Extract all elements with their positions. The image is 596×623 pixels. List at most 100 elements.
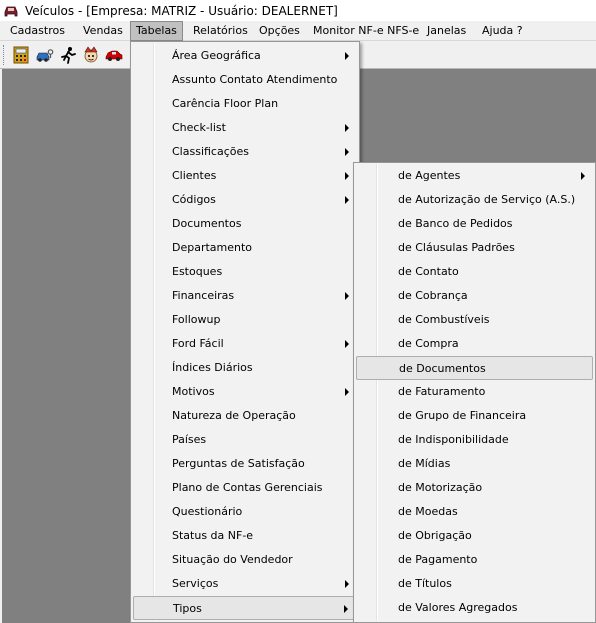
tabelas-item-carencia-floor-plan[interactable]: Carência Floor Plan	[133, 92, 357, 116]
tabelas-item-plano-de-contas-gerenciais[interactable]: Plano de Contas Gerenciais	[133, 476, 357, 500]
menu-item-label: de Grupo de Financeira	[398, 409, 527, 422]
submenu-arrow-icon	[581, 172, 585, 180]
tipos-item-de-agentes[interactable]: de Agentes	[356, 164, 593, 188]
menu-item-label: Followup	[172, 313, 221, 326]
tipos-item-de-titulos[interactable]: de Títulos	[356, 572, 593, 596]
exit-button[interactable]	[58, 45, 78, 65]
menu-item-label: de Motorização	[398, 481, 483, 494]
submenu-arrow-icon	[345, 148, 349, 156]
menu-cadastros[interactable]: Cadastros	[5, 21, 70, 41]
menu-item-label: Financeiras	[172, 289, 235, 302]
menu-item-label: Carência Floor Plan	[172, 97, 279, 110]
menu-item-label: Departamento	[172, 241, 253, 254]
tabelas-item-tipos[interactable]: Tipos	[133, 596, 357, 620]
submenu-arrow-icon	[345, 172, 349, 180]
toolbar-grip[interactable]	[3, 45, 6, 65]
red-car-icon	[105, 50, 123, 61]
menu-opcoes[interactable]: Opções	[254, 21, 305, 41]
menu-item-label: de Contato	[398, 265, 459, 278]
tabelas-item-financeiras[interactable]: Financeiras	[133, 284, 357, 308]
menu-item-label: de Mídias	[398, 457, 451, 470]
tipos-item-de-valores-agregados[interactable]: de Valores Agregados	[356, 596, 593, 620]
calculator-button[interactable]	[11, 45, 31, 65]
tabelas-item-codigos[interactable]: Códigos	[133, 188, 357, 212]
tabelas-item-paises[interactable]: Países	[133, 428, 357, 452]
menu-item-label: Clientes	[172, 169, 217, 182]
menu-monitor-nfe[interactable]: Monitor NF-e NFS-e	[308, 21, 424, 41]
submenu-arrow-icon	[345, 52, 349, 60]
tabelas-item-situacao-do-vendedor[interactable]: Situação do Vendedor	[133, 548, 357, 572]
menu-item-label: de Obrigação	[398, 529, 472, 542]
tipos-item-de-compra[interactable]: de Compra	[356, 332, 593, 356]
tipos-item-de-documentos[interactable]: de Documentos	[356, 356, 593, 380]
tabelas-item-motivos[interactable]: Motivos	[133, 380, 357, 404]
tabelas-item-indices-diarios[interactable]: Índices Diários	[133, 356, 357, 380]
mascot-icon	[84, 46, 98, 63]
tipos-item-de-indisponibilidade[interactable]: de Indisponibilidade	[356, 428, 593, 452]
menu-item-label: Países	[172, 433, 207, 446]
tabelas-item-check-list[interactable]: Check-list	[133, 116, 357, 140]
menu-tabelas[interactable]: Tabelas	[130, 21, 183, 41]
tipos-item-de-moedas[interactable]: de Moedas	[356, 500, 593, 524]
menu-item-label: Estoques	[172, 265, 223, 278]
menu-item-label: Assunto Contato Atendimento	[172, 73, 338, 86]
red-car-button[interactable]	[104, 45, 124, 65]
tipos-item-de-motorizacao[interactable]: de Motorização	[356, 476, 593, 500]
menu-janelas[interactable]: Janelas	[422, 21, 471, 41]
tabelas-item-documentos[interactable]: Documentos	[133, 212, 357, 236]
menu-item-label: de Títulos	[398, 577, 452, 590]
menu-item-label: Tipos	[173, 602, 202, 615]
window-title: Veículos - [Empresa: MATRIZ - Usuário: D…	[25, 3, 338, 18]
menu-item-label: Área Geográfica	[172, 49, 261, 62]
submenu-arrow-icon	[345, 196, 349, 204]
tabelas-item-clientes[interactable]: Clientes	[133, 164, 357, 188]
tipos-item-de-banco-de-pedidos[interactable]: de Banco de Pedidos	[356, 212, 593, 236]
tabelas-item-estoques[interactable]: Estoques	[133, 260, 357, 284]
menu-relatorios[interactable]: Relatórios	[188, 21, 253, 41]
tipos-item-de-clausulas-padroes[interactable]: de Cláusulas Padrões	[356, 236, 593, 260]
menu-item-label: de Pagamento	[398, 553, 478, 566]
menu-item-label: Questionário	[172, 505, 243, 518]
tabelas-item-assunto-contato-atendimento[interactable]: Assunto Contato Atendimento	[133, 68, 357, 92]
menu-item-label: de Autorização de Serviço (A.S.)	[398, 193, 576, 206]
tabelas-item-area-geografica[interactable]: Área Geográfica	[133, 44, 357, 68]
submenu-arrow-icon	[344, 605, 348, 613]
calculator-icon	[13, 46, 29, 64]
tabelas-item-ford-facil[interactable]: Ford Fácil	[133, 332, 357, 356]
menu-item-label: Plano de Contas Gerenciais	[172, 481, 323, 494]
menu-item-label: de Compra	[398, 337, 459, 350]
menu-vendas[interactable]: Vendas	[78, 21, 128, 41]
menu-ajuda[interactable]: Ajuda ?	[477, 21, 528, 41]
workspace-left-edge	[0, 69, 2, 623]
tipos-item-de-pagamento[interactable]: de Pagamento	[356, 548, 593, 572]
tipos-item-de-obrigacao[interactable]: de Obrigação	[356, 524, 593, 548]
submenu-arrow-icon	[345, 388, 349, 396]
menu-item-label: de Faturamento	[398, 385, 486, 398]
tabelas-item-natureza-de-operacao[interactable]: Natureza de Operação	[133, 404, 357, 428]
tabelas-item-servicos[interactable]: Serviços	[133, 572, 357, 596]
tipos-item-de-grupo-de-financeira[interactable]: de Grupo de Financeira	[356, 404, 593, 428]
menu-item-label: de Moedas	[398, 505, 458, 518]
menu-item-label: Índices Diários	[172, 361, 253, 374]
tabelas-item-perguntas-de-satisfacao[interactable]: Perguntas de Satisfação	[133, 452, 357, 476]
car-logo-icon	[4, 6, 18, 16]
tipos-item-de-contato[interactable]: de Contato	[356, 260, 593, 284]
tabelas-item-followup[interactable]: Followup	[133, 308, 357, 332]
menu-item-label: de Cláusulas Padrões	[398, 241, 515, 254]
submenu-arrow-icon	[345, 580, 349, 588]
tabelas-dropdown: Área Geográfica Assunto Contato Atendimen…	[130, 41, 360, 623]
tipos-item-de-midias[interactable]: de Mídias	[356, 452, 593, 476]
tipos-item-de-combustiveis[interactable]: de Combustíveis	[356, 308, 593, 332]
menu-item-label: Serviços	[172, 577, 219, 590]
mascot-button[interactable]	[81, 45, 101, 65]
car-key-button[interactable]	[35, 45, 55, 65]
tipos-item-de-faturamento[interactable]: de Faturamento	[356, 380, 593, 404]
menu-item-label: de Documentos	[399, 362, 486, 375]
tabelas-item-questionario[interactable]: Questionário	[133, 500, 357, 524]
tabelas-item-departamento[interactable]: Departamento	[133, 236, 357, 260]
car-key-icon	[36, 49, 54, 62]
tipos-item-de-cobranca[interactable]: de Cobrança	[356, 284, 593, 308]
tabelas-item-status-da-nf-e[interactable]: Status da NF-e	[133, 524, 357, 548]
tabelas-item-classificacoes[interactable]: Classificações	[133, 140, 357, 164]
tipos-item-de-autorizacao-de-servico-a-s[interactable]: de Autorização de Serviço (A.S.)	[356, 188, 593, 212]
